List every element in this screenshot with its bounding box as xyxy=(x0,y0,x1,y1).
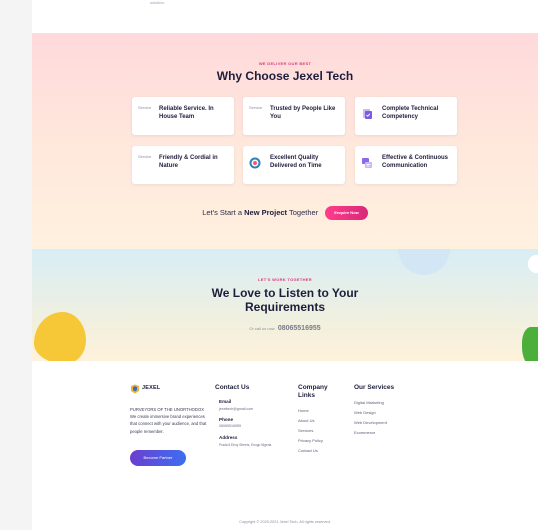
new-project-cta: Let's Start a New Project Together Enqui… xyxy=(32,206,538,221)
decorative-blob-blue xyxy=(398,249,450,275)
service-link-web-design[interactable]: Web Design xyxy=(354,410,376,415)
footer-link-services[interactable]: Services xyxy=(298,428,313,433)
quality-badge-icon xyxy=(249,157,261,169)
cta-prefix: Let's Start a xyxy=(202,208,243,217)
listen-title-line2: Requirements xyxy=(244,300,326,314)
listen-eyebrow: LET'S WORK TOGETHER xyxy=(258,277,312,282)
copyright-text: Copyright © 2020-2021 Jexel Tech. All ri… xyxy=(239,520,331,524)
feature-title: Trusted by People Like You xyxy=(270,106,336,120)
feature-title: Reliable Service. In House Team xyxy=(159,106,214,120)
chat-bubbles-icon xyxy=(362,158,372,168)
address-label: Address xyxy=(219,435,238,440)
cta-bold: New Project xyxy=(244,208,288,217)
email-label: Email xyxy=(219,399,232,404)
service-link-web-development[interactable]: Web Development xyxy=(354,420,387,425)
feature-title: Complete Technical Competency xyxy=(382,106,439,120)
service-image-icon: Service xyxy=(249,105,263,110)
feature-card: Complete Technical Competency xyxy=(355,97,457,135)
listen-section: LET'S WORK TOGETHER We Love to Listen to… xyxy=(32,249,538,367)
feature-card: Effective & Continuous Communication xyxy=(355,146,457,184)
call-label: Or call us now xyxy=(249,326,275,331)
feature-title: Excellent Quality Delivered on Time xyxy=(270,155,322,169)
service-link-ecommerce[interactable]: Ecommerce xyxy=(354,430,375,435)
jexel-logo-icon xyxy=(131,384,139,394)
cta-suffix: Together xyxy=(289,208,319,217)
service-image-icon: Service xyxy=(138,154,152,159)
footer-link-home[interactable]: Home xyxy=(298,408,309,413)
feature-title: Effective & Continuous Communication xyxy=(382,155,449,169)
become-partner-button[interactable]: Become Partner xyxy=(130,450,186,466)
phone-label: Phone xyxy=(219,417,234,422)
contact-heading: Contact Us xyxy=(215,384,250,391)
footer-about-text: PURVEYORS OF THE UNORTHODOX We create im… xyxy=(130,407,207,434)
footer-link-privacy[interactable]: Privacy Policy xyxy=(298,438,323,443)
decorative-circle-white xyxy=(528,255,538,273)
previous-section-text: solution. xyxy=(150,0,165,5)
footer-link-about[interactable]: About Us xyxy=(298,418,314,423)
phone-number[interactable]: 08065516955 xyxy=(278,325,321,332)
phone-value[interactable]: 08065516955 xyxy=(219,424,241,428)
why-eyebrow: WE DELIVER OUR BEST xyxy=(258,61,312,66)
logo-text: JEXEL xyxy=(142,385,161,391)
call-line: Or call us now 08065516955 xyxy=(32,325,538,332)
service-link-digital-marketing[interactable]: Digital Marketing xyxy=(354,400,384,405)
company-links-heading-line2: Links xyxy=(298,392,315,399)
feature-card: Service Reliable Service. In House Team xyxy=(132,97,234,135)
feature-card: Service Trusted by People Like You xyxy=(243,97,345,135)
listen-title-line1: We Love to Listen to Your xyxy=(211,286,359,300)
email-value[interactable]: jexeltech@gmail.com xyxy=(219,407,253,411)
service-image-icon: Service xyxy=(138,105,152,110)
footer-link-contact[interactable]: Contact Us xyxy=(298,448,318,453)
services-heading: Our Services xyxy=(354,384,395,391)
previous-section-strip: solution. xyxy=(32,0,538,33)
page-frame: solution. WE DELIVER OUR BEST Why Choose… xyxy=(32,0,538,530)
site-footer: JEXEL PURVEYORS OF THE UNORTHODOX We cre… xyxy=(32,361,538,530)
feature-card: Service Friendly & Cordial in Nature xyxy=(132,146,234,184)
why-choose-section: WE DELIVER OUR BEST Why Choose Jexel Tec… xyxy=(32,33,538,249)
enquire-now-button[interactable]: Enquire Now xyxy=(325,206,368,221)
feature-card: Excellent Quality Delivered on Time xyxy=(243,146,345,184)
document-check-icon xyxy=(363,109,372,119)
why-title: Why Choose Jexel Tech xyxy=(216,69,354,83)
feature-title: Friendly & Cordial in Nature xyxy=(159,155,218,169)
decorative-blob-yellow xyxy=(34,312,86,364)
address-value: Prada 8 Ebuy Streets, Enugu Nigeria xyxy=(219,443,272,447)
company-links-heading-line1: Company xyxy=(298,384,328,391)
